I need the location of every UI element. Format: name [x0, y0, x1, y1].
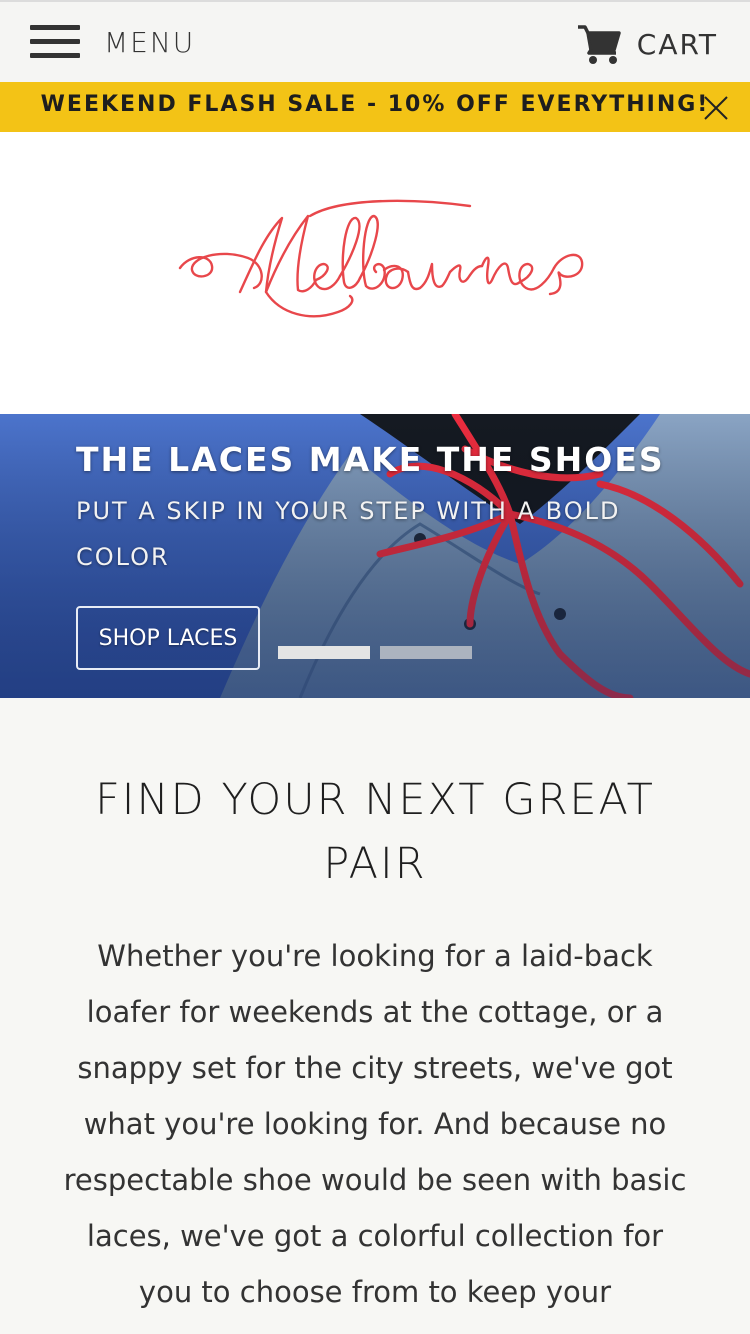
close-icon[interactable]: [702, 94, 730, 122]
cart-label: CART: [636, 27, 718, 61]
cart-icon: [577, 25, 621, 64]
hero-slideshow: THE LACES MAKE THE SHOES PUT A SKIP IN Y…: [0, 414, 750, 698]
shop-laces-button[interactable]: SHOP LACES: [76, 606, 260, 670]
hero-title: THE LACES MAKE THE SHOES: [76, 440, 665, 479]
page: MENU CART WEEKEND FLASH SALE - 10% OFF E…: [0, 0, 750, 1334]
hamburger-icon: [30, 25, 80, 59]
brand-logo[interactable]: [170, 196, 590, 346]
menu-button[interactable]: MENU: [30, 20, 195, 64]
announcement-bar: WEEKEND FLASH SALE - 10% OFF EVERYTHING!: [0, 82, 750, 132]
logo-area: [0, 132, 750, 414]
intro-heading: FIND YOUR NEXT GREAT PAIR: [95, 775, 655, 889]
site-header: MENU CART: [0, 0, 750, 82]
slide-indicator-1[interactable]: [278, 646, 370, 659]
intro-body: Whether you're looking for a laid-back l…: [63, 939, 687, 1309]
slide-indicator-2[interactable]: [380, 646, 472, 659]
announcement-text: WEEKEND FLASH SALE - 10% OFF EVERYTHING!: [40, 92, 710, 117]
menu-label: MENU: [104, 25, 196, 59]
cart-button[interactable]: CART: [577, 22, 718, 66]
hero-subtitle: PUT A SKIP IN YOUR STEP WITH A BOLD COLO…: [76, 497, 621, 571]
